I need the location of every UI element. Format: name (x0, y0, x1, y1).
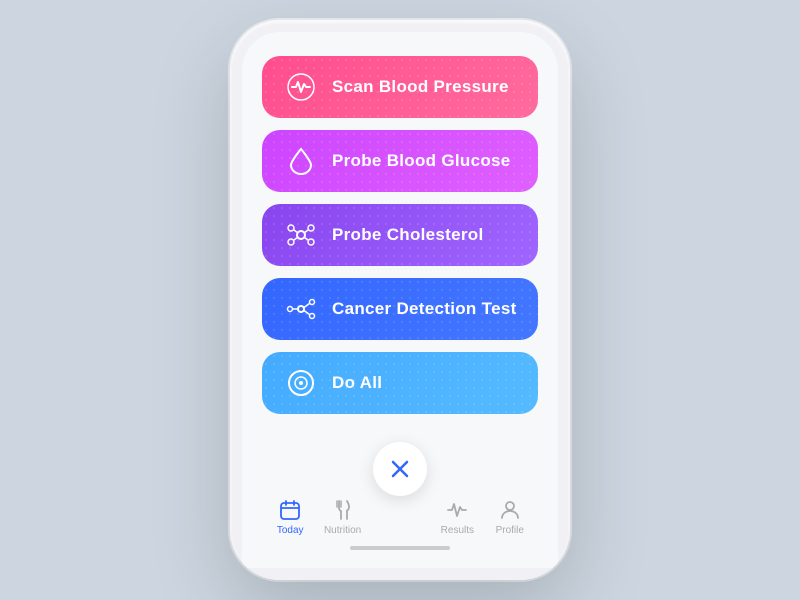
bottom-area: Today Nutrition (254, 482, 546, 568)
person-icon (498, 498, 522, 522)
nav-nutrition[interactable]: Nutrition (318, 498, 368, 536)
phone-frame: Scan Blood Pressure Probe Blood Glucose (230, 20, 570, 580)
scan-blood-pressure-label: Scan Blood Pressure (332, 77, 509, 97)
molecule-icon (282, 216, 320, 254)
network-icon (282, 290, 320, 328)
do-all-label: Do All (332, 373, 382, 393)
probe-cholesterol-label: Probe Cholesterol (332, 225, 484, 245)
probe-blood-glucose-button[interactable]: Probe Blood Glucose (262, 130, 538, 192)
cancer-detection-button[interactable]: Cancer Detection Test (262, 278, 538, 340)
home-indicator (350, 546, 450, 550)
fab-close-button[interactable] (373, 442, 427, 496)
nav-today[interactable]: Today (265, 498, 315, 536)
nav-today-label: Today (277, 525, 304, 536)
probe-cholesterol-button[interactable]: Probe Cholesterol (262, 204, 538, 266)
fork-knife-icon (331, 498, 355, 522)
nav-nutrition-label: Nutrition (324, 525, 361, 536)
nav-results-label: Results (441, 525, 474, 536)
nav-profile-label: Profile (496, 525, 524, 536)
activity-icon (445, 498, 469, 522)
scan-blood-pressure-button[interactable]: Scan Blood Pressure (262, 56, 538, 118)
target-icon (282, 364, 320, 402)
do-all-button[interactable]: Do All (262, 352, 538, 414)
phone-screen: Scan Blood Pressure Probe Blood Glucose (242, 32, 558, 568)
calendar-icon (278, 498, 302, 522)
phone-bottom (242, 568, 558, 580)
heartbeat-icon (282, 68, 320, 106)
cancer-detection-label: Cancer Detection Test (332, 299, 517, 319)
bottom-nav: Today Nutrition (254, 490, 546, 540)
nav-profile[interactable]: Profile (485, 498, 535, 536)
main-content: Scan Blood Pressure Probe Blood Glucose (242, 32, 558, 482)
nav-results[interactable]: Results (432, 498, 482, 536)
droplet-icon (282, 142, 320, 180)
probe-blood-glucose-label: Probe Blood Glucose (332, 151, 511, 171)
